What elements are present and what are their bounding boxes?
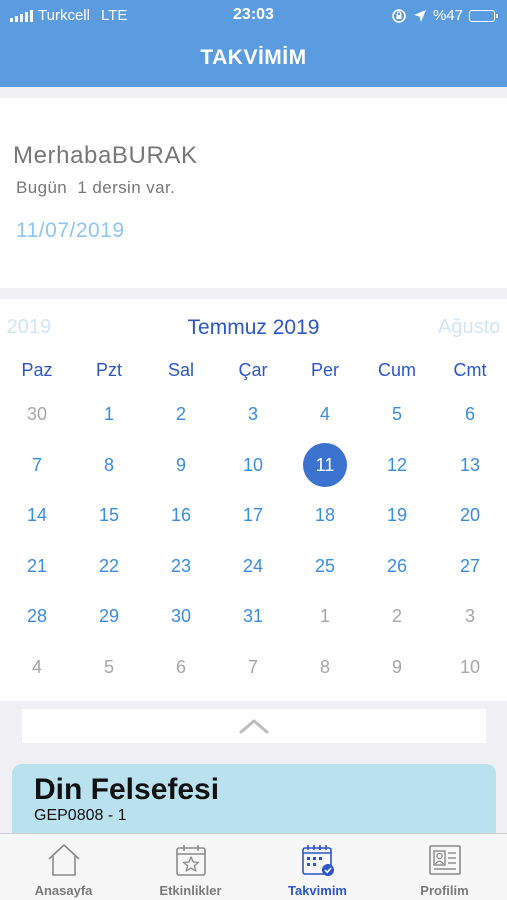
day-cell[interactable]: 30 [145,606,217,627]
tab-label: Anasayfa [34,883,93,898]
day-cell[interactable]: 5 [73,657,145,678]
next-month-label[interactable]: Ağusto [438,316,500,339]
location-arrow-icon [413,9,426,22]
day-cell[interactable]: 12 [361,455,433,476]
day-cell[interactable]: 4 [289,404,361,425]
day-cell[interactable]: 8 [289,657,361,678]
nav-bar: TAKVİMİM [0,30,507,87]
day-cell[interactable]: 10 [434,657,506,678]
day-cell[interactable]: 18 [289,505,361,526]
day-cell[interactable]: 30 [1,404,73,425]
day-cell[interactable]: 8 [73,455,145,476]
event-card[interactable]: Din Felsefesi GEP0808 - 1 [12,764,496,844]
weekday-label: Çar [238,360,268,380]
day-cell[interactable]: 20 [434,505,506,526]
tab-etkinlikler[interactable]: Etkinlikler [127,834,254,900]
day-cell[interactable]: 28 [1,606,73,627]
weekday-label: Cmt [453,360,487,380]
tab-profilim[interactable]: Profilim [381,834,507,900]
day-cell[interactable]: 31 [217,606,289,627]
lesson-count-text: Bugün 1 dersin var. [16,178,176,197]
day-cell[interactable]: 29 [73,606,145,627]
day-cell[interactable]: 9 [361,657,433,678]
day-cell[interactable]: 24 [217,556,289,577]
weekday-label: Sal [167,360,194,380]
day-cell[interactable]: 22 [73,556,145,577]
calendar: n 2019 Temmuz 2019 Ağusto Paz Pzt Sal Ça… [0,299,507,701]
tab-takvimim[interactable]: Takvimim [254,834,381,900]
day-cell[interactable]: 21 [1,556,73,577]
status-bar: Turkcell LTE 23:03 %47 [0,0,507,30]
day-cell[interactable]: 16 [145,505,217,526]
weekday-label: Per [310,360,339,380]
tab-label: Takvimim [287,883,347,898]
day-cell[interactable]: 14 [1,505,73,526]
page-title: TAKVİMİM [200,46,307,69]
day-cell[interactable]: 27 [434,556,506,577]
status-right: %47 [391,7,498,24]
calendar-star-icon [176,845,206,876]
day-cell[interactable]: 7 [217,657,289,678]
selected-day-cell[interactable]: 11 [289,455,361,476]
tab-label: Etkinlikler [159,883,222,898]
day-cell[interactable]: 3 [434,606,506,627]
chevron-up-icon [239,719,269,734]
day-cell[interactable]: 15 [73,505,145,526]
day-cell[interactable]: 9 [145,455,217,476]
rotation-lock-icon [392,8,406,23]
event-code: GEP0808 - 1 [34,807,127,824]
day-cell[interactable]: 1 [289,606,361,627]
home-icon [48,844,80,876]
day-cell[interactable]: 2 [361,606,433,627]
day-cell[interactable]: 1 [73,404,145,425]
collapse-calendar-button[interactable] [22,709,486,743]
day-cell[interactable]: 4 [1,657,73,678]
day-cell[interactable]: 2 [145,404,217,425]
day-cell[interactable]: 13 [434,455,506,476]
battery-icon [469,9,498,22]
calendar-check-icon [302,845,334,876]
day-cell[interactable]: 26 [361,556,433,577]
profile-card-icon [429,845,461,875]
day-cell[interactable]: 17 [217,505,289,526]
greeting-card: MerhabaBURAK Bugün 1 dersin var. 11/07/2… [0,98,507,288]
day-cell[interactable]: 19 [361,505,433,526]
event-title: Din Felsefesi [34,773,220,806]
current-month-label: Temmuz 2019 [187,316,320,339]
weekday-label: Cum [377,360,416,380]
day-cell[interactable]: 7 [1,455,73,476]
tab-label: Profilim [420,883,469,898]
tab-bar: Anasayfa Etkinlikler Takvimim Profilim [0,833,507,900]
weekday-label: Pzt [95,360,122,380]
day-cell[interactable]: 25 [289,556,361,577]
tab-anasayfa[interactable]: Anasayfa [0,834,127,900]
day-cell[interactable]: 5 [361,404,433,425]
greeting-text: MerhabaBURAK [13,142,198,169]
day-cell[interactable]: 6 [145,657,217,678]
day-cell[interactable]: 6 [434,404,506,425]
day-cell[interactable]: 3 [217,404,289,425]
battery-percent: %47 [432,7,463,24]
day-cell[interactable]: 23 [145,556,217,577]
day-cell[interactable]: 10 [217,455,289,476]
today-date: 11/07/2019 [16,219,125,242]
weekday-label: Paz [21,360,53,380]
